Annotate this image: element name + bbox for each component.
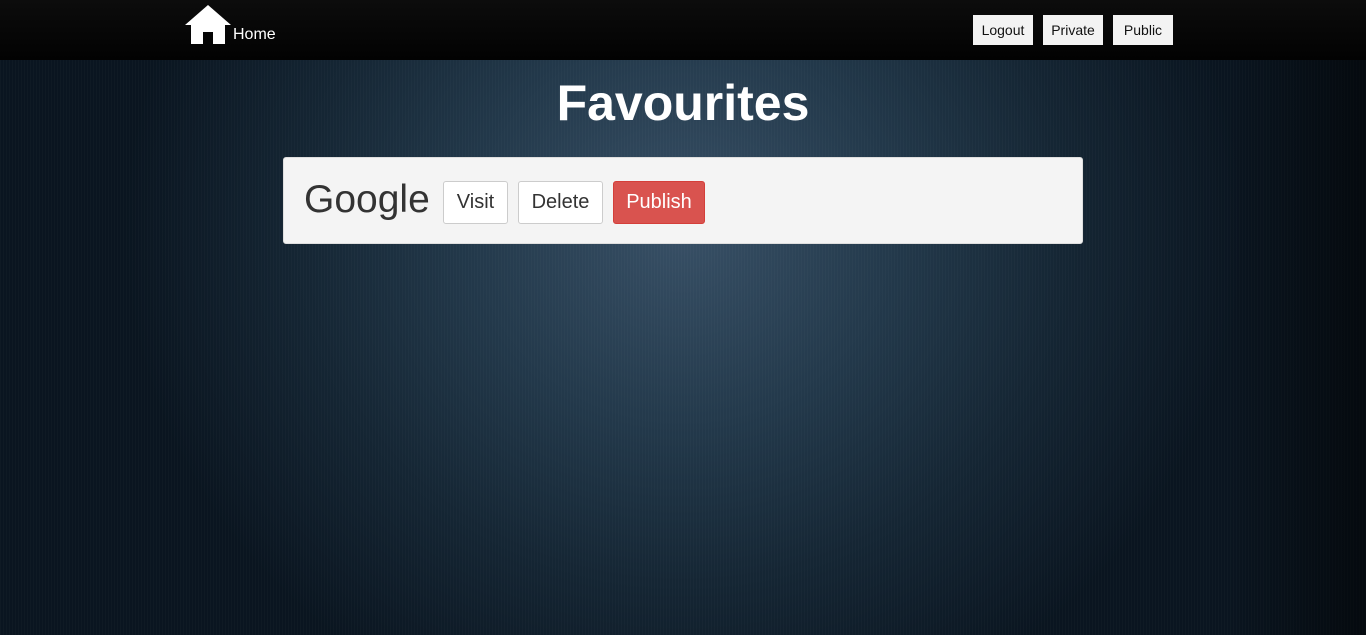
home-label: Home <box>233 26 276 43</box>
house-icon <box>184 4 232 44</box>
page-title: Favourites <box>556 75 810 131</box>
top-navbar: Home Logout Private Public <box>0 0 1366 60</box>
home-link[interactable]: Home <box>184 0 276 44</box>
private-button[interactable]: Private <box>1043 15 1103 45</box>
public-button[interactable]: Public <box>1113 15 1173 45</box>
favourite-card: Google Visit Delete Publish <box>283 157 1083 244</box>
logout-button[interactable]: Logout <box>973 15 1033 45</box>
visit-button[interactable]: Visit <box>443 181 508 224</box>
delete-button[interactable]: Delete <box>518 181 603 224</box>
publish-button[interactable]: Publish <box>613 181 705 224</box>
background-vignette <box>1226 60 1366 635</box>
favourite-name: Google <box>304 178 430 221</box>
